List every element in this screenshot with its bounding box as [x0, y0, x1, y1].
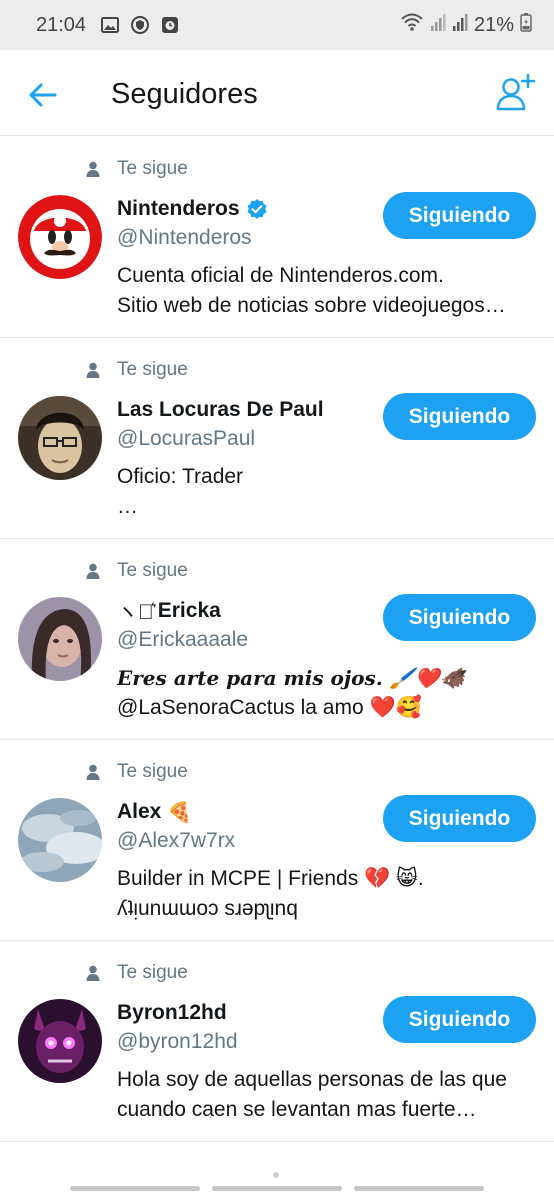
nav-home-button[interactable] — [212, 1186, 342, 1191]
alarm-icon — [160, 15, 180, 35]
bio-line: ʎʇᴉunɯɯoɔ sɹǝpʅᴉnq — [117, 897, 298, 920]
nav-recents-button[interactable] — [70, 1186, 200, 1191]
followers-list: Te sigue Nintenderos @Nintenderos Cuenta… — [0, 137, 554, 1142]
bio: Builder in MCPE | Friends 💔 😸. ʎʇᴉunɯɯoɔ… — [117, 864, 541, 924]
display-name[interactable]: Las Locuras De Paul — [117, 398, 324, 422]
bio-line: cuando caen se levantan mas fuerte… — [117, 1098, 477, 1121]
pizza-emoji: 🍕 — [167, 800, 193, 824]
signal-icon-2 — [452, 12, 468, 38]
bio: Oficio: Trader … — [117, 462, 541, 522]
following-button[interactable]: Siguiendo — [383, 996, 536, 1043]
follows-you-label: Te sigue — [117, 761, 188, 782]
follows-you-row: Te sigue — [86, 559, 188, 583]
verified-badge-icon — [247, 199, 267, 219]
wifi-icon — [400, 12, 424, 38]
list-item[interactable]: Te sigue Byron12hd @byron12hd Hola soy d… — [0, 941, 554, 1142]
following-button[interactable]: Siguiendo — [383, 594, 536, 641]
bio-line: Oficio: Trader — [117, 465, 244, 488]
list-item[interactable]: Te sigue ヽ➢͛ Ericka @Erickaaaale Eres ar… — [0, 539, 554, 740]
bio-line: Cuenta oficial de Nintenderos.com. — [117, 264, 444, 287]
display-name-prefix: ヽ➢͛ — [117, 601, 154, 624]
shield-icon — [130, 15, 150, 35]
arrow-left-icon — [29, 83, 57, 107]
following-button[interactable]: Siguiendo — [383, 795, 536, 842]
avatar[interactable] — [18, 597, 102, 681]
follows-you-row: Te sigue — [86, 760, 188, 784]
add-user-icon — [496, 73, 536, 111]
username-handle: @LocurasPaul — [117, 427, 256, 450]
status-time: 21:04 — [36, 13, 87, 36]
name-row: Nintenderos — [117, 195, 268, 223]
following-button[interactable]: Siguiendo — [383, 192, 536, 239]
avatar[interactable] — [18, 195, 102, 279]
status-bar: 21:04 21% — [0, 0, 554, 50]
list-item[interactable]: Te sigue Las Locuras De Paul @LocurasPau… — [0, 338, 554, 539]
bio-line: Sitio web de noticias sobre videojuegos… — [117, 294, 506, 317]
bio: Cuenta oficial de Nintenderos.com. Sitio… — [117, 261, 541, 321]
display-name[interactable]: Byron12hd — [117, 1001, 227, 1025]
list-item[interactable]: Te sigue Nintenderos @Nintenderos Cuenta… — [0, 137, 554, 338]
person-icon — [86, 161, 100, 177]
username-handle: @Nintenderos — [117, 226, 252, 249]
name-row: Byron12hd — [117, 999, 227, 1027]
battery-percent: 21% — [473, 13, 514, 36]
display-name[interactable]: Nintenderos — [117, 197, 240, 221]
bio: Hola soy de aquellas personas de las que… — [117, 1065, 541, 1125]
bio-line: … — [117, 495, 138, 518]
bio: Eres arte para mis ojos. 🖌️❤️🐗 @LaSenora… — [117, 663, 541, 723]
person-icon — [86, 965, 100, 981]
battery-icon — [520, 12, 532, 38]
bio-line: Hola soy de aquellas personas de las que — [117, 1068, 507, 1091]
following-button[interactable]: Siguiendo — [383, 393, 536, 440]
back-button[interactable] — [26, 78, 60, 112]
person-icon — [86, 764, 100, 780]
username-handle: @byron12hd — [117, 1030, 238, 1053]
name-row: Las Locuras De Paul — [117, 396, 324, 424]
page-title: Seguidores — [111, 78, 258, 110]
username-handle: @Alex7w7rx — [117, 829, 236, 852]
name-row: ヽ➢͛ Ericka — [117, 597, 221, 625]
name-row: Alex 🍕 — [117, 798, 192, 826]
display-name[interactable]: Ericka — [158, 599, 221, 623]
follows-you-row: Te sigue — [86, 961, 188, 985]
bio-line: Builder in MCPE | Friends 💔 😸. — [117, 867, 424, 890]
add-user-button[interactable] — [494, 72, 536, 114]
bio-line: Eres arte para mis ojos. 🖌️❤️🐗 — [117, 666, 465, 690]
follows-you-label: Te sigue — [117, 158, 188, 179]
app-bar: Seguidores — [0, 50, 554, 136]
follows-you-row: Te sigue — [86, 157, 188, 181]
nav-back-button[interactable] — [354, 1186, 484, 1191]
bio-line: @LaSenoraCactus la amo ❤️🥰 — [117, 696, 422, 719]
follows-you-label: Te sigue — [117, 962, 188, 983]
list-item[interactable]: Te sigue Alex 🍕 @Alex7w7rx Builder in MC… — [0, 740, 554, 941]
signal-icon — [430, 12, 446, 38]
page-indicator-dot — [273, 1172, 279, 1178]
person-icon — [86, 362, 100, 378]
follows-you-row: Te sigue — [86, 358, 188, 382]
gallery-icon — [100, 15, 120, 35]
system-nav-bar — [0, 1168, 554, 1200]
follows-you-label: Te sigue — [117, 560, 188, 581]
avatar[interactable] — [18, 798, 102, 882]
username-handle: @Erickaaaale — [117, 628, 249, 651]
avatar[interactable] — [18, 396, 102, 480]
display-name[interactable]: Alex — [117, 800, 161, 824]
avatar[interactable] — [18, 999, 102, 1083]
follows-you-label: Te sigue — [117, 359, 188, 380]
person-icon — [86, 563, 100, 579]
